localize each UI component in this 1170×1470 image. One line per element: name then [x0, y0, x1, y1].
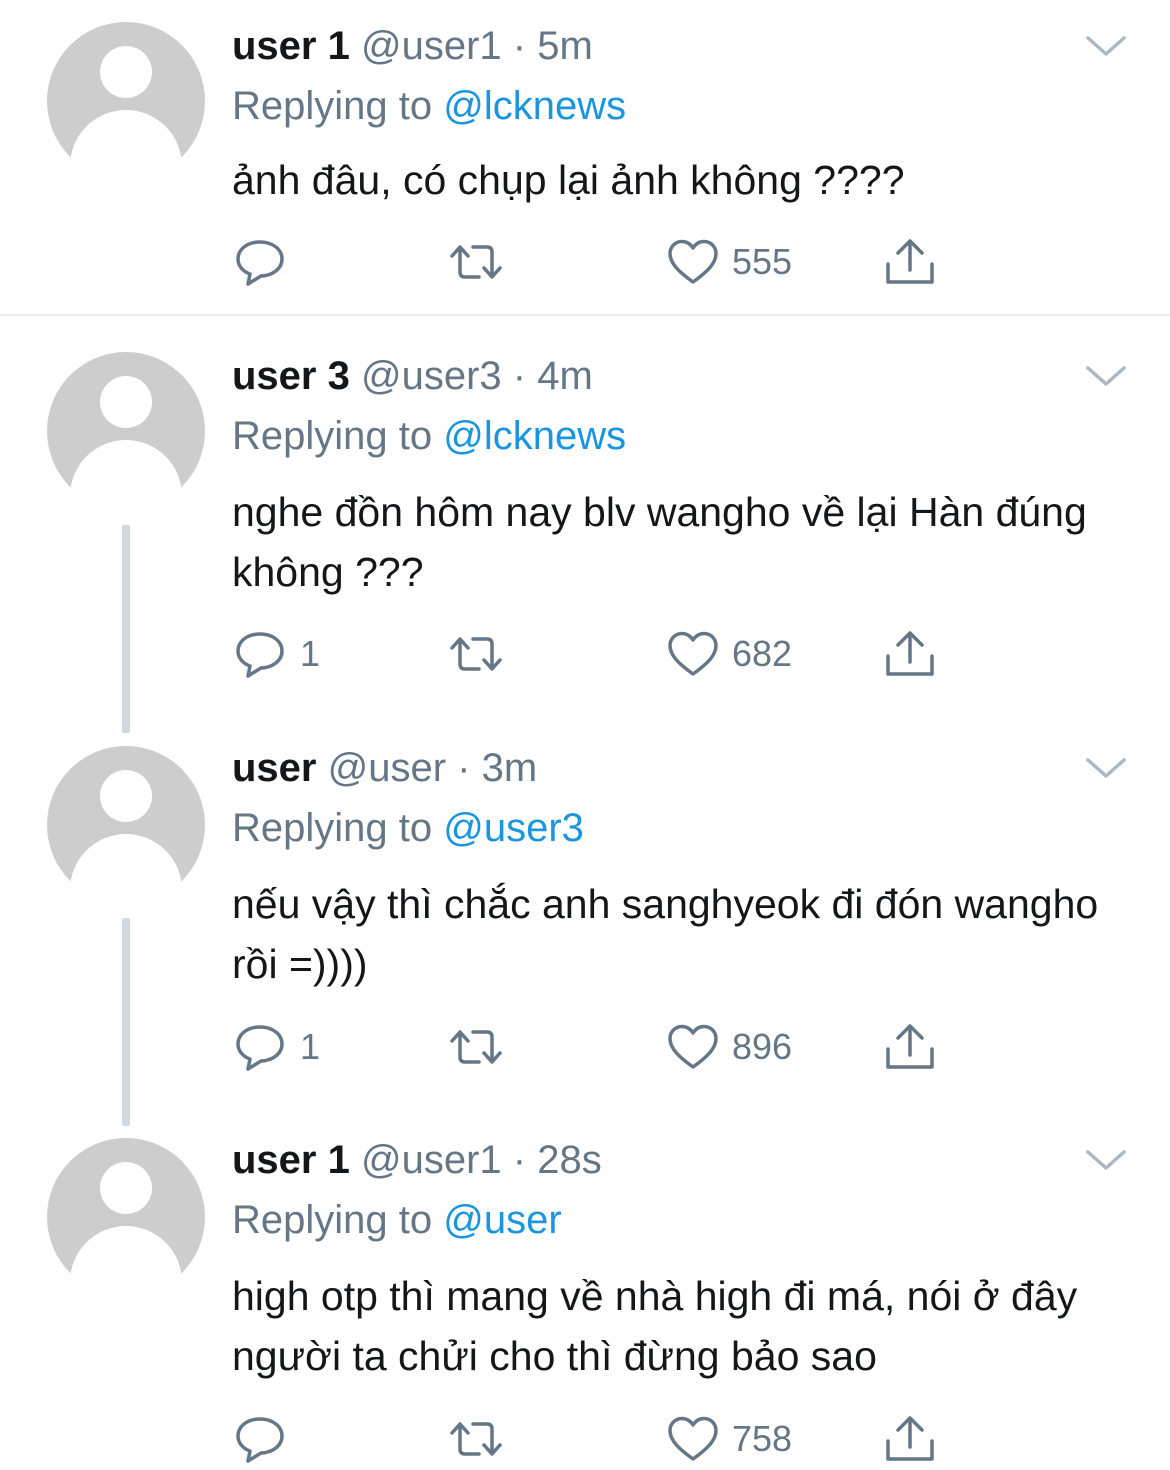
retweet-icon	[450, 1422, 502, 1456]
like-icon	[668, 631, 718, 676]
tweet-text: ảnh đâu, có chụp lại ảnh không ????	[232, 157, 905, 203]
tweet-1[interactable]: user 1 @user1 · 5m Replying to @lcknews …	[0, 0, 1170, 315]
share-icon	[886, 1024, 934, 1069]
reply-count: 1	[300, 1026, 321, 1067]
reply-mention-link[interactable]: @user	[443, 1198, 561, 1242]
like-icon	[668, 1416, 718, 1461]
reply-icon	[236, 632, 284, 678]
replying-to: Replying to @lcknews	[232, 412, 626, 460]
action-bar: 555	[232, 232, 952, 292]
user-handle[interactable]: @user1	[361, 24, 502, 68]
tweet-header: user 1 @user1 · 28s	[232, 1136, 602, 1184]
share-icon	[886, 631, 934, 676]
tweet-4[interactable]: user 1 @user1 · 28s Replying to @user hi…	[0, 1116, 1170, 1470]
reply-icon	[236, 1025, 284, 1071]
chevron-down-icon[interactable]	[1084, 1146, 1128, 1176]
action-bar: 758	[232, 1409, 952, 1469]
chevron-down-icon[interactable]	[1084, 362, 1128, 392]
replying-to: Replying to @user	[232, 1196, 562, 1244]
like-button[interactable]: 758	[666, 1409, 792, 1469]
retweet-icon	[450, 637, 502, 671]
replying-label: Replying to	[232, 414, 433, 458]
tweet-3[interactable]: user @user · 3m Replying to @user3 nếu v…	[0, 716, 1170, 1116]
tweet-text: nghe đồn hôm nay blv wangho về lại Hàn đ…	[232, 489, 1087, 595]
thread-connector-line	[122, 525, 130, 733]
reply-mention-link[interactable]: @user3	[443, 806, 584, 850]
reply-button[interactable]	[232, 1409, 300, 1469]
display-name[interactable]: user	[232, 746, 317, 790]
like-count: 896	[732, 1026, 793, 1067]
share-button[interactable]	[882, 232, 938, 292]
display-name[interactable]: user 1	[232, 24, 350, 68]
retweet-icon	[450, 1030, 502, 1064]
user-handle[interactable]: @user3	[361, 354, 502, 398]
retweet-icon	[450, 245, 502, 279]
reply-button[interactable]: 1	[232, 1017, 320, 1077]
retweet-button[interactable]	[446, 1409, 518, 1469]
user-handle[interactable]: @user	[328, 746, 446, 790]
like-icon	[668, 1024, 718, 1069]
share-button[interactable]	[882, 624, 938, 684]
thread-connector-line	[122, 918, 130, 1126]
reply-mention-link[interactable]: @lcknews	[443, 414, 626, 458]
reply-button[interactable]	[232, 232, 300, 292]
replying-to: Replying to @lcknews	[232, 82, 626, 130]
default-avatar-icon[interactable]	[47, 22, 205, 180]
reply-mention-link[interactable]: @lcknews	[443, 84, 626, 128]
user-handle[interactable]: @user1	[361, 1138, 502, 1182]
share-button[interactable]	[882, 1017, 938, 1077]
timestamp[interactable]: 4m	[537, 354, 593, 398]
retweet-button[interactable]	[446, 1017, 518, 1077]
tweet-2[interactable]: user 3 @user3 · 4m Replying to @lcknews …	[0, 316, 1170, 716]
separator-dot: ·	[512, 354, 527, 398]
replying-to: Replying to @user3	[232, 804, 584, 852]
reply-icon	[236, 1417, 284, 1463]
timestamp[interactable]: 5m	[537, 24, 593, 68]
replying-label: Replying to	[232, 1198, 433, 1242]
share-icon	[886, 1416, 934, 1461]
action-bar: 1 896	[232, 1017, 952, 1077]
share-button[interactable]	[882, 1409, 938, 1469]
display-name[interactable]: user 3	[232, 354, 350, 398]
separator-dot: ·	[457, 746, 471, 790]
like-button[interactable]: 682	[666, 624, 792, 684]
reply-icon	[236, 240, 284, 286]
default-avatar-icon[interactable]	[47, 1138, 205, 1296]
share-icon	[886, 239, 934, 284]
separator-dot: ·	[512, 1138, 527, 1182]
replying-label: Replying to	[232, 84, 433, 128]
chevron-down-icon[interactable]	[1084, 754, 1128, 784]
chevron-down-icon[interactable]	[1084, 32, 1128, 62]
reply-button[interactable]: 1	[232, 624, 320, 684]
tweet-text: high otp thì mang về nhà high đi má, nói…	[232, 1273, 1078, 1379]
action-bar: 1 682	[232, 624, 952, 684]
tweet-header: user 3 @user3 · 4m	[232, 352, 593, 400]
like-count: 758	[732, 1418, 793, 1459]
tweet-header: user @user · 3m	[232, 744, 537, 792]
like-button[interactable]: 555	[666, 232, 792, 292]
like-button[interactable]: 896	[666, 1017, 792, 1077]
retweet-button[interactable]	[446, 624, 518, 684]
retweet-button[interactable]	[446, 232, 518, 292]
like-icon	[668, 239, 718, 284]
timestamp[interactable]: 3m	[482, 746, 538, 790]
tweet-header: user 1 @user1 · 5m	[232, 22, 593, 70]
timestamp[interactable]: 28s	[537, 1138, 602, 1182]
default-avatar-icon[interactable]	[47, 746, 205, 904]
default-avatar-icon[interactable]	[47, 352, 205, 510]
like-count: 555	[732, 241, 793, 282]
replying-label: Replying to	[232, 806, 433, 850]
like-count: 682	[732, 633, 793, 674]
tweet-text: nếu vậy thì chắc anh sanghyeok đi đón wa…	[232, 881, 1099, 987]
reply-count: 1	[300, 633, 321, 674]
display-name[interactable]: user 1	[232, 1138, 350, 1182]
separator-dot: ·	[512, 24, 527, 68]
